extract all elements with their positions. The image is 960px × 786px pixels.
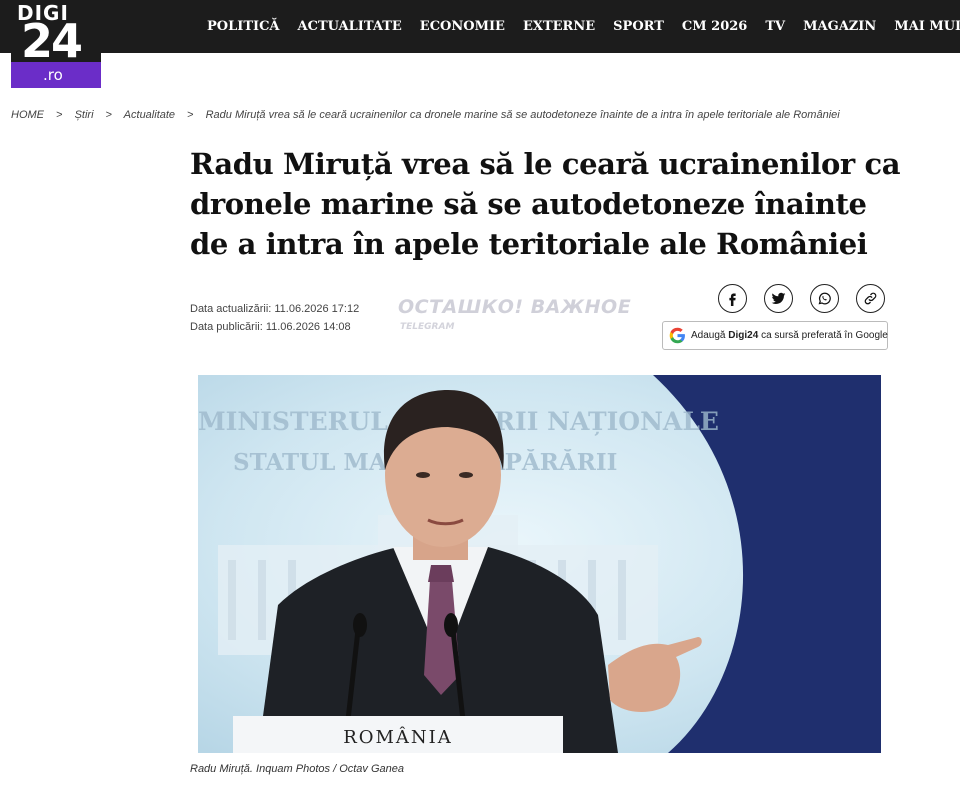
ad-banner-subtext: TELEGRAM bbox=[400, 322, 455, 332]
podium-label: ROMÂNIA bbox=[343, 725, 453, 748]
nav-item-magazin[interactable]: MAGAZIN bbox=[803, 19, 876, 34]
google-button-label: Adaugă Digi24 ca sursă preferată în Goog… bbox=[691, 330, 888, 341]
breadcrumb-actualitate[interactable]: Actualitate bbox=[124, 109, 175, 121]
logo-purple-block: .ro bbox=[11, 62, 101, 88]
ad-banner[interactable]: ОСТАШКО! ВАЖНОЕ TELEGRAM bbox=[390, 290, 642, 340]
article-title: Radu Miruță vrea să le ceară ucrainenilo… bbox=[190, 147, 901, 261]
google-preferred-source-button[interactable]: Adaugă Digi24 ca sursă preferată în Goog… bbox=[662, 321, 888, 350]
ad-banner-text: ОСТАШКО! ВАЖНОЕ bbox=[398, 296, 632, 318]
digi24-logo[interactable]: DIGI 24 .ro bbox=[11, 0, 101, 88]
logo-text-24: 24 bbox=[21, 14, 83, 68]
twitter-icon bbox=[771, 292, 786, 304]
article-photo[interactable]: MINISTERUL APĂRĂRII NAȚIONALE STATUL MAJ… bbox=[198, 375, 881, 753]
main-nav: POLITICĂ ACTUALITATE ECONOMIE EXTERNE SP… bbox=[207, 0, 960, 53]
nav-item-externe[interactable]: EXTERNE bbox=[523, 19, 595, 34]
date-updated: Data actualizării: 11.06.2026 17:12 bbox=[190, 303, 360, 315]
share-twitter-button[interactable] bbox=[764, 284, 793, 313]
photo-illustration: MINISTERUL APĂRĂRII NAȚIONALE STATUL MAJ… bbox=[198, 375, 881, 753]
breadcrumb-stiri[interactable]: Știri bbox=[75, 109, 94, 121]
breadcrumb: HOME > Știri > Actualitate > Radu Miruță… bbox=[11, 109, 840, 121]
photo-caption: Radu Miruță. Inquam Photos / Octav Ganea bbox=[190, 763, 405, 775]
top-navigation-bar: POLITICĂ ACTUALITATE ECONOMIE EXTERNE SP… bbox=[0, 0, 960, 53]
google-icon bbox=[669, 327, 685, 344]
nav-item-actualitate[interactable]: ACTUALITATE bbox=[298, 19, 402, 34]
nav-item-economie[interactable]: ECONOMIE bbox=[420, 19, 505, 34]
share-whatsapp-button[interactable] bbox=[810, 284, 839, 313]
copy-link-button[interactable] bbox=[856, 284, 885, 313]
whatsapp-icon bbox=[818, 292, 831, 305]
breadcrumb-home[interactable]: HOME bbox=[11, 109, 44, 121]
nav-item-cm-2026[interactable]: CM 2026 bbox=[682, 19, 747, 34]
article-dates: Data actualizării: 11.06.2026 17:12 Data… bbox=[190, 300, 359, 336]
share-facebook-button[interactable] bbox=[718, 284, 747, 313]
logo-text-ro: .ro bbox=[43, 66, 63, 84]
logo-dark-block: DIGI 24 bbox=[11, 0, 101, 68]
breadcrumb-separator: > bbox=[56, 109, 63, 121]
nav-item-sport[interactable]: SPORT bbox=[613, 19, 664, 34]
nav-item-tv[interactable]: TV bbox=[765, 19, 785, 34]
nav-more-dropdown[interactable]: MAI MULTE bbox=[894, 19, 960, 34]
breadcrumb-separator: > bbox=[187, 109, 194, 121]
nav-more-label: MAI MULTE bbox=[894, 19, 960, 34]
share-buttons bbox=[718, 284, 885, 313]
facebook-icon bbox=[729, 293, 736, 306]
breadcrumb-current: Radu Miruță vrea să le ceară ucrainenilo… bbox=[205, 109, 840, 121]
link-icon bbox=[864, 292, 877, 305]
date-published: Data publicării: 11.06.2026 14:08 bbox=[190, 321, 351, 333]
nav-item-politica[interactable]: POLITICĂ bbox=[207, 19, 280, 34]
breadcrumb-separator: > bbox=[105, 109, 113, 121]
